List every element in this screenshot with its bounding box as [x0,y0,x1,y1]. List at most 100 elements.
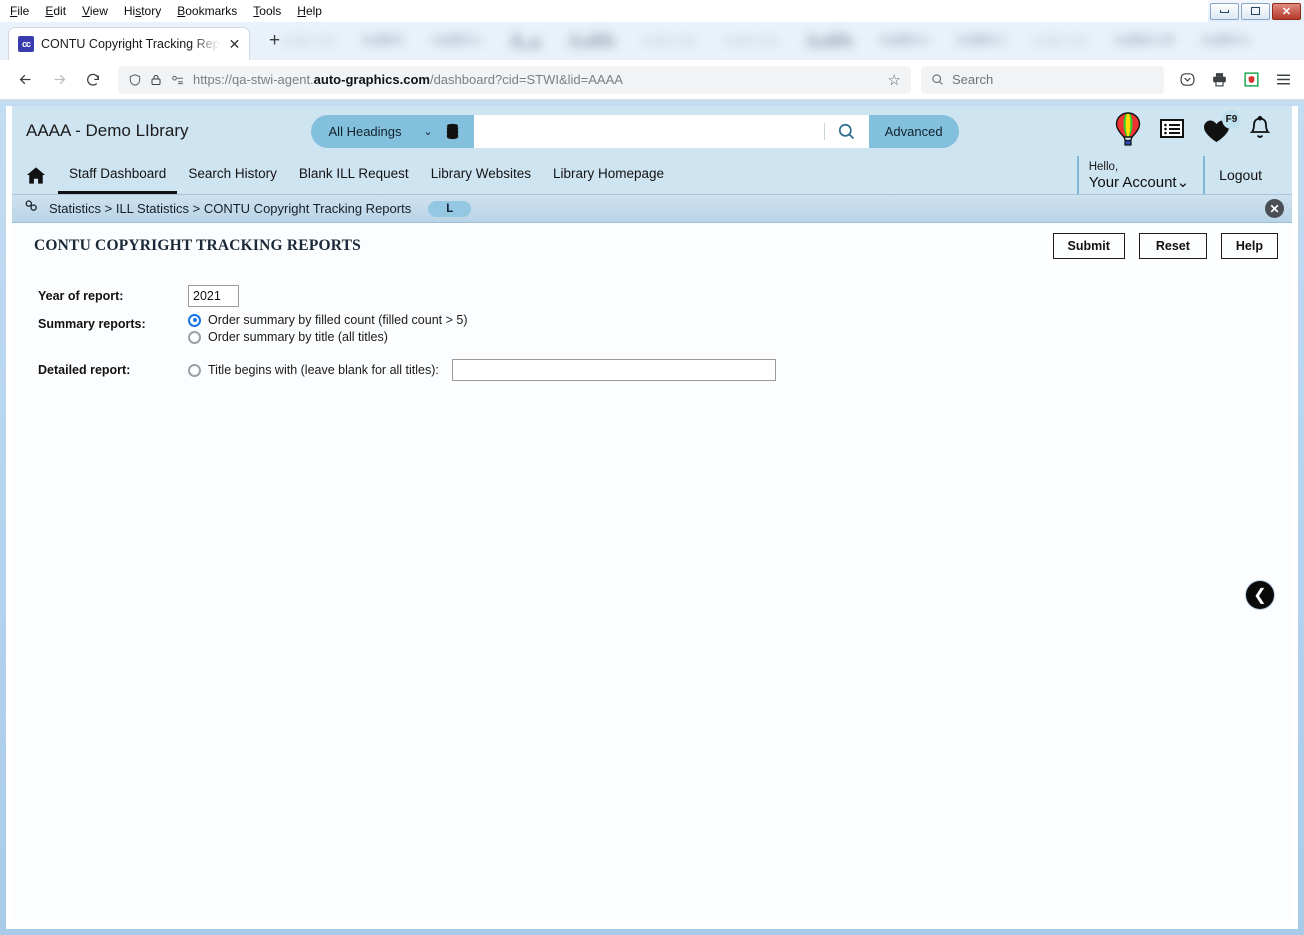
report-form: Year of report: Summary reports: Order s… [12,267,1292,384]
database-icon[interactable] [444,114,474,148]
summary-option-by-title[interactable]: Order summary by title (all titles) [188,330,467,344]
tab-strip: AaBbCcDd AaBbC AaBbCc A.a AaBb AaBbCcDd … [0,22,1304,60]
tab-favicon: cc [18,36,34,52]
title-begins-with-input[interactable] [451,359,776,381]
nav-link-search-history[interactable]: Search History [177,156,288,194]
list-icon[interactable] [1159,118,1185,144]
menu-file[interactable]: FFileile [10,4,29,18]
collapse-panel-button[interactable]: ❮ [1246,581,1274,609]
title-bar: FFileile Edit View History Bookmarks Too… [0,0,1304,22]
radio-label: Order summary by filled count (filled co… [208,313,468,327]
radio-filled-count[interactable] [188,313,201,327]
app-nav: Staff Dashboard Search History Blank ILL… [12,156,1292,194]
app-header-top: AAAA - Demo LIbrary All Headings ⌄ Advan… [12,106,1292,156]
hello-label: Hello, [1088,161,1119,174]
menu-history[interactable]: History [124,4,161,18]
radio-label: Order summary by title (all titles) [208,330,388,344]
breadcrumb[interactable]: Statistics > ILL Statistics > CONTU Copy… [49,201,411,216]
back-icon[interactable] [10,65,40,95]
year-label: Year of report: [38,289,124,303]
help-button[interactable]: Help [1220,233,1278,259]
url-bar[interactable]: https://qa-stwi-agent.auto-graphics.com/… [118,65,911,94]
catalog-search-group: All Headings ⌄ Advanced [310,114,959,148]
nav-links: Staff Dashboard Search History Blank ILL… [26,156,675,194]
app-header: AAAA - Demo LIbrary All Headings ⌄ Advan… [12,106,1292,194]
link-chain-icon [24,199,40,218]
shield-icon [129,73,141,86]
menu-view[interactable]: View [82,4,108,18]
catalog-search-input[interactable] [473,114,824,148]
heart-icon[interactable]: F9 [1203,110,1241,143]
web-page: AAAA - Demo LIbrary All Headings ⌄ Advan… [12,106,1292,921]
search-icon [839,123,855,139]
lock-icon [151,74,161,85]
browser-tab[interactable]: cc CONTU Copyright Tracking Rep ✕ [8,27,250,60]
menu-edit[interactable]: Edit [45,4,66,18]
action-buttons: Submit Reset Help [1052,233,1278,259]
bell-icon[interactable] [1248,115,1272,147]
summary-option-filled-count[interactable]: Order summary by filled count (filled co… [188,313,467,327]
account-name: Your Account⌄ [1088,173,1190,191]
print-icon[interactable] [1208,69,1230,91]
level-pill[interactable]: L [428,200,472,217]
radio-title-begins-with[interactable] [188,363,201,377]
breadcrumb-bar: Statistics > ILL Statistics > CONTU Copy… [12,194,1292,223]
radio-label: Title begins with (leave blank for all t… [208,363,439,377]
form-row-year: Year of report: [38,285,1292,307]
forward-icon[interactable] [44,65,74,95]
heart-badge: F9 [1222,110,1241,129]
window-controls: ✕ [1208,0,1304,22]
nav-link-staff-dashboard[interactable]: Staff Dashboard [58,156,178,194]
bookmark-star-icon[interactable]: ☆ [888,71,901,89]
url-text: https://qa-stwi-agent.auto-graphics.com/… [193,72,623,87]
hot-air-balloon-icon[interactable] [1115,111,1141,151]
close-icon[interactable]: ✕ [1265,199,1284,218]
menu-icon[interactable] [1272,69,1294,91]
account-area: Hello, Your Account⌄ Logout [1076,156,1278,194]
nav-link-library-websites[interactable]: Library Websites [420,156,542,194]
menu-bar: FFileile Edit View History Bookmarks Too… [0,0,1208,22]
pocket-icon[interactable] [1176,69,1198,91]
summary-options: Order summary by filled count (filled co… [188,313,467,347]
menu-tools[interactable]: Tools [253,4,281,18]
browser-window: FFileile Edit View History Bookmarks Too… [0,0,1304,935]
search-scope-label: All Headings [328,123,402,139]
browser-toolbar: https://qa-stwi-agent.auto-graphics.com/… [0,60,1304,100]
toolbar-icons [1168,69,1294,91]
reload-icon[interactable] [78,65,108,95]
shield-extension-icon[interactable] [1240,69,1262,91]
advanced-search-button[interactable]: Advanced [868,114,959,148]
browser-search-placeholder: Search [952,72,994,87]
nav-link-blank-ill-request[interactable]: Blank ILL Request [288,156,420,194]
search-scope-dropdown[interactable]: All Headings ⌄ [310,114,445,148]
tab-close-icon[interactable]: ✕ [227,36,243,53]
catalog-search-button[interactable] [824,114,869,148]
permissions-icon [172,75,183,84]
form-row-summary: Summary reports: Order summary by filled… [38,313,1292,347]
browser-search-bar[interactable]: Search [921,65,1164,94]
home-icon[interactable] [26,156,58,194]
new-tab-button[interactable]: + [262,28,288,54]
detailed-option[interactable]: Title begins with (leave blank for all t… [188,359,776,381]
main-content: CONTU COPYRIGHT TRACKING REPORTS Submit … [12,223,1292,921]
minimize-button[interactable] [1210,2,1239,20]
reset-button[interactable]: Reset [1138,233,1207,259]
submit-button[interactable]: Submit [1052,233,1125,259]
logout-link[interactable]: Logout [1203,156,1278,194]
chevron-down-icon: ⌄ [423,125,433,138]
search-icon [932,74,943,85]
summary-label: Summary reports: [38,317,146,331]
close-window-button[interactable]: ✕ [1272,2,1301,20]
menu-help[interactable]: Help [297,4,322,18]
radio-by-title[interactable] [188,330,201,344]
maximize-button[interactable] [1241,2,1270,20]
nav-link-library-homepage[interactable]: Library Homepage [542,156,675,194]
page-title-row: CONTU COPYRIGHT TRACKING REPORTS Submit … [12,223,1292,267]
year-input[interactable] [188,285,239,307]
detailed-label: Detailed report: [38,363,131,377]
menu-bookmarks[interactable]: Bookmarks [177,4,237,18]
library-name: AAAA - Demo LIbrary [26,121,189,140]
account-menu[interactable]: Hello, Your Account⌄ [1076,156,1203,194]
form-row-detailed: Detailed report: Title begins with (leav… [38,359,1292,384]
header-icon-group: F9 [1075,110,1278,151]
